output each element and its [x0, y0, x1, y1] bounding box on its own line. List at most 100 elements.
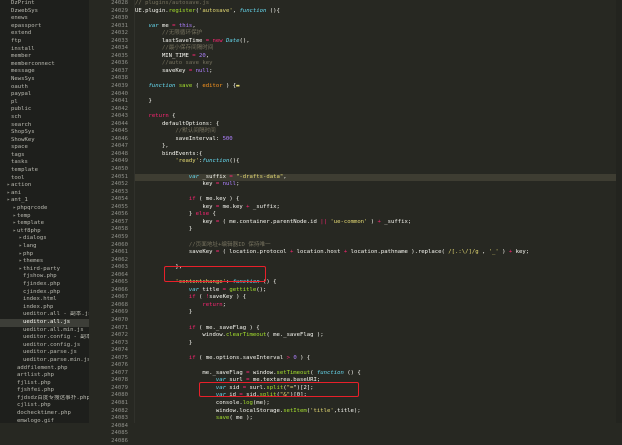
sidebar-file[interactable]: epassport	[0, 23, 89, 31]
sidebar-file[interactable]: cjlist.php	[0, 402, 89, 410]
code-line	[135, 15, 622, 23]
sidebar-folder[interactable]: ▸template	[0, 220, 89, 228]
code-token	[135, 113, 148, 119]
sidebar-folder[interactable]: ▸ani	[0, 190, 89, 198]
code-token: console.	[135, 400, 243, 406]
sidebar-folder[interactable]: ▸third-party	[0, 266, 89, 274]
sidebar-folder[interactable]: ▸action	[0, 182, 89, 190]
sidebar-item-label: phpqrcode	[17, 205, 47, 211]
sidebar-file[interactable]: paypal	[0, 91, 89, 99]
code-token: key	[135, 204, 216, 210]
sidebar-folder[interactable]: ▸dialogs	[0, 235, 89, 243]
sidebar-item-label: extend	[11, 30, 31, 36]
line-number: 24035	[89, 53, 134, 61]
sidebar-file[interactable]: template	[0, 167, 89, 175]
line-number: 24085	[89, 430, 134, 438]
code-token: }	[135, 98, 152, 104]
line-number: 24068	[89, 302, 134, 310]
sidebar-file[interactable]: ShowKey	[0, 137, 89, 145]
sidebar-item-label: space	[11, 144, 28, 150]
sidebar-item-label: member	[11, 53, 31, 59]
sidebar-file[interactable]: artlist.php	[0, 372, 89, 380]
sidebar-file[interactable]: extend	[0, 30, 89, 38]
sidebar-file[interactable]: cjindex.php	[0, 289, 89, 297]
sidebar-file[interactable]: oauth	[0, 84, 89, 92]
sidebar-file[interactable]: message	[0, 68, 89, 76]
sidebar-file[interactable]: ueditor.config.js	[0, 342, 89, 350]
line-number: 24081	[89, 400, 134, 408]
sidebar-item-label: oauth	[11, 84, 28, 90]
sidebar-file[interactable]: pl	[0, 99, 89, 107]
line-number: 24066	[89, 287, 134, 295]
editor-scrollbar[interactable]	[616, 0, 622, 423]
code-token: ) {	[223, 83, 236, 89]
sidebar-file[interactable]: space	[0, 144, 89, 152]
line-number: 24033	[89, 38, 134, 46]
sidebar-folder[interactable]: ▸phpqrcode	[0, 205, 89, 213]
sidebar-file[interactable]: dochecktimer.php	[0, 410, 89, 418]
code-line: console.log(me);	[135, 400, 622, 408]
sidebar-file[interactable]: member	[0, 53, 89, 61]
sidebar-file[interactable]: addfilement.php	[0, 365, 89, 373]
sidebar-file[interactable]: DzwebSys	[0, 8, 89, 16]
sidebar-folder[interactable]: ▸lang	[0, 243, 89, 251]
sidebar-file[interactable]: sch	[0, 114, 89, 122]
sidebar-file[interactable]: fjshfei.php	[0, 387, 89, 395]
sidebar-file[interactable]: public	[0, 106, 89, 114]
line-number: 24070	[89, 317, 134, 325]
code-token	[135, 294, 189, 300]
sidebar-file[interactable]: ShopSys	[0, 129, 89, 137]
line-number: 24050	[89, 166, 134, 174]
line-number: 24082	[89, 408, 134, 416]
sidebar-file[interactable]: fjdsdz百度专搜这事扑.php	[0, 395, 89, 403]
line-number: 24073	[89, 340, 134, 348]
sidebar-file[interactable]: ueditor.all.min.js	[0, 327, 89, 335]
sidebar-item-label: ueditor.parse.js	[23, 349, 77, 355]
code-token: ) {	[297, 355, 310, 361]
sidebar-folder[interactable]: ▸temp	[0, 213, 89, 221]
line-number: 24041	[89, 98, 134, 106]
sidebar-folder[interactable]: ▸php	[0, 251, 89, 259]
sidebar-file[interactable]: ueditor.config - 副本.js	[0, 334, 89, 342]
code-line: //页面地址+编辑器ID 保持唯一	[135, 242, 622, 250]
code-line: saveInterval: 500	[135, 136, 622, 144]
code-line: //auto save key	[135, 60, 622, 68]
sidebar-file[interactable]: index.html	[0, 296, 89, 304]
sidebar-file[interactable]: ftp	[0, 38, 89, 46]
code-token: editor	[202, 83, 222, 89]
sidebar-file[interactable]: ueditor.parse.min.js	[0, 357, 89, 365]
sidebar-file[interactable]: tasks	[0, 159, 89, 167]
sidebar-file[interactable]: NewsSys	[0, 76, 89, 84]
sidebar-file[interactable]: enews	[0, 15, 89, 23]
sidebar-file[interactable]: fjshow.php	[0, 273, 89, 281]
sidebar-file[interactable]: install	[0, 46, 89, 54]
code-token: ,	[206, 53, 209, 59]
sidebar-file[interactable]: search	[0, 122, 89, 130]
line-number: 24069	[89, 309, 134, 317]
code-token: me.key	[219, 204, 246, 210]
line-number: 24058	[89, 226, 134, 234]
sidebar-file[interactable]: fjlist.php	[0, 380, 89, 388]
sidebar-file[interactable]: DzPrint	[0, 0, 89, 8]
sidebar-file[interactable]: tags	[0, 152, 89, 160]
sidebar-folder[interactable]: ▸themes	[0, 258, 89, 266]
code-line: return;	[135, 302, 622, 310]
code-editor[interactable]: // plugins/autosave.jsUE.plugin.register…	[135, 0, 622, 423]
code-line: //最小保存间隔时间	[135, 45, 622, 53]
line-number: 24048	[89, 151, 134, 159]
sidebar-item-label: index.html	[23, 296, 57, 302]
code-token: var	[189, 174, 199, 180]
sidebar-folder[interactable]: ▸utf8php	[0, 228, 89, 236]
sidebar-file[interactable]: ueditor.parse.js	[0, 349, 89, 357]
code-token: saveInterval:	[135, 136, 223, 142]
sidebar-file[interactable]: index.php	[0, 304, 89, 312]
code-line: saveKey = null;	[135, 68, 622, 76]
sidebar-file[interactable]: ueditor.all.js	[0, 319, 89, 327]
sidebar-file[interactable]: fjindex.php	[0, 281, 89, 289]
sidebar-file[interactable]: memberconnect	[0, 61, 89, 69]
sidebar-file[interactable]: tool	[0, 175, 89, 183]
sidebar-folder[interactable]: ▸ant_1	[0, 197, 89, 205]
sidebar-file[interactable]: emwlogo.gif	[0, 418, 89, 423]
code-token: save	[216, 415, 229, 421]
sidebar-file[interactable]: ueditor.all - 副本.js	[0, 311, 89, 319]
